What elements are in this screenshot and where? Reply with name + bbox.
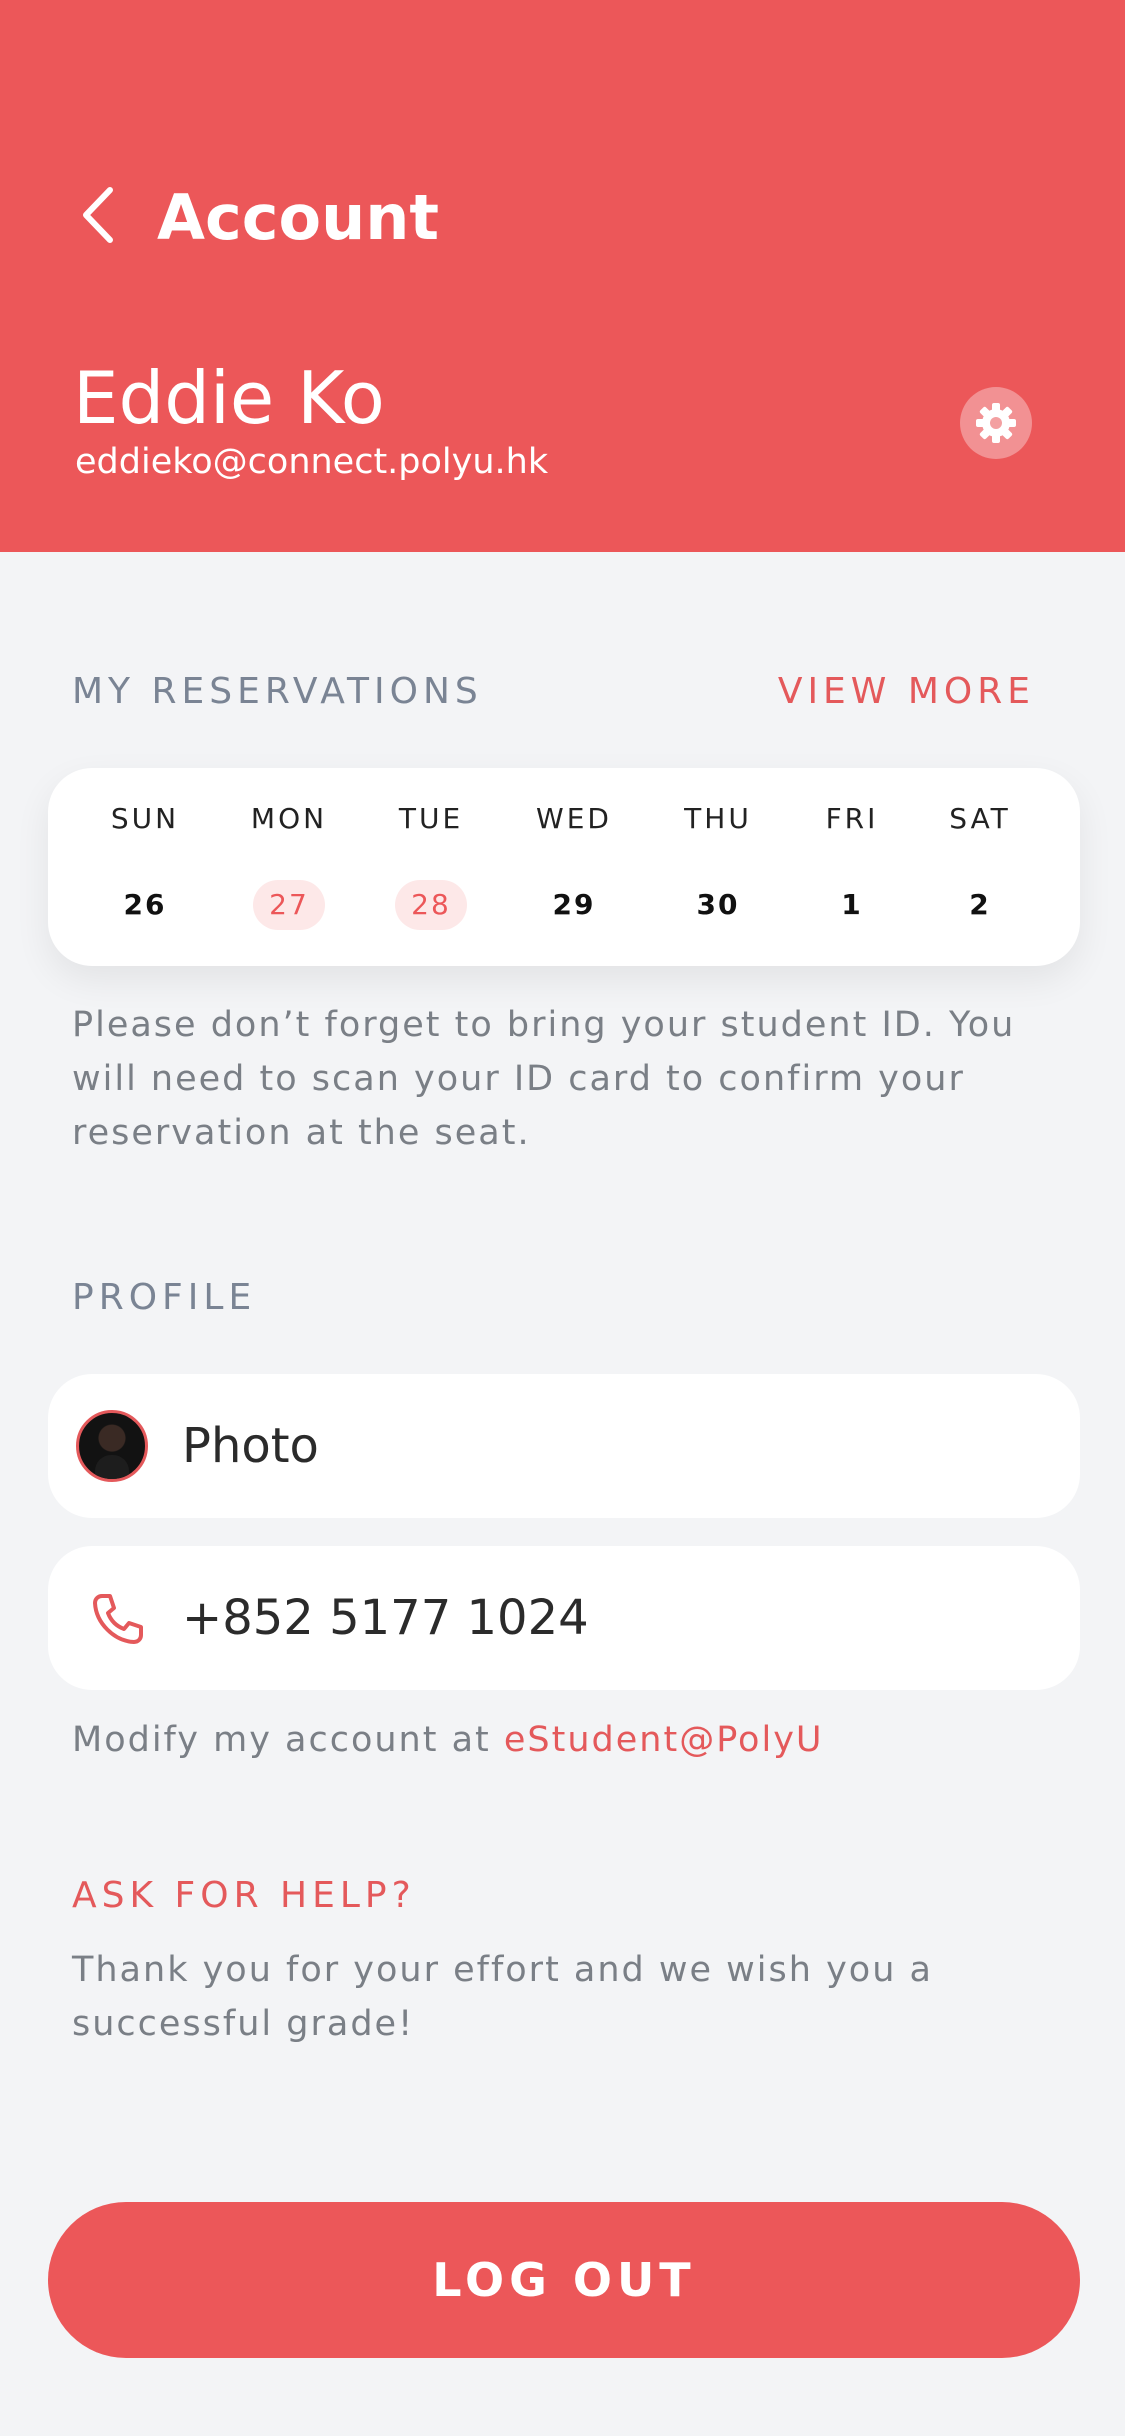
day-number-reserved: 27: [253, 880, 325, 930]
reservation-note-line: reservation at the seat.: [72, 1113, 531, 1153]
user-name: Eddie Ko: [73, 356, 385, 440]
reservation-calendar: SUN 26 MON 27 TUE 28 WED 29 THU 30 FRI 1 SAT 2: [48, 768, 1080, 966]
logout-button[interactable]: LOG OUT: [48, 2202, 1080, 2358]
avatar: [76, 1410, 148, 1482]
reservation-note-line: will need to scan your ID card to confir…: [72, 1059, 965, 1099]
calendar-day[interactable]: TUE 28: [361, 768, 501, 966]
calendar-day[interactable]: SUN 26: [75, 768, 215, 966]
day-name: MON: [250, 802, 328, 835]
account-header: Account Eddie Ko eddieko@connect.polyu.h…: [0, 0, 1125, 552]
user-email: eddieko@connect.polyu.hk: [75, 442, 549, 482]
chevron-left-icon[interactable]: [76, 184, 120, 246]
settings-button[interactable]: [960, 387, 1032, 459]
day-number: 2: [969, 888, 991, 921]
day-number: 30: [696, 888, 740, 921]
day-name: TUE: [398, 802, 464, 835]
day-number: 1: [841, 888, 863, 921]
estudent-link[interactable]: eStudent@PolyU: [504, 1720, 824, 1760]
help-label[interactable]: ASK FOR HELP?: [72, 1874, 416, 1918]
gear-icon: [976, 403, 1016, 443]
help-text-line: Thank you for your effort and we wish yo…: [72, 1950, 933, 1990]
reservations-label: MY RESERVATIONS: [72, 671, 483, 712]
calendar-day[interactable]: SAT 2: [910, 768, 1050, 966]
reservation-note-line: Please don’t forget to bring your studen…: [72, 1005, 1016, 1045]
day-name: FRI: [825, 802, 879, 835]
phone-number: +852 5177 1024: [182, 1590, 589, 1646]
photo-row[interactable]: Photo: [48, 1374, 1080, 1518]
page-title: Account: [157, 181, 439, 254]
calendar-day[interactable]: THU 30: [648, 768, 788, 966]
profile-label: PROFILE: [72, 1277, 257, 1318]
help-text-line: successful grade!: [72, 2004, 415, 2044]
day-name: THU: [684, 802, 752, 835]
photo-label: Photo: [182, 1418, 319, 1474]
modify-account-text: Modify my account at eStudent@PolyU: [72, 1716, 824, 1764]
view-more-link[interactable]: VIEW MORE: [778, 670, 1035, 714]
day-number: 26: [123, 888, 167, 921]
day-name: WED: [536, 802, 612, 835]
day-number-reserved: 28: [395, 880, 467, 930]
calendar-day[interactable]: FRI 1: [782, 768, 922, 966]
day-number: 29: [552, 888, 596, 921]
day-name: SUN: [110, 802, 180, 835]
phone-icon: [93, 1594, 143, 1644]
modify-prefix: Modify my account at: [72, 1720, 504, 1760]
day-name: SAT: [949, 802, 1011, 835]
calendar-day[interactable]: MON 27: [219, 768, 359, 966]
phone-row[interactable]: +852 5177 1024: [48, 1546, 1080, 1690]
calendar-day[interactable]: WED 29: [504, 768, 644, 966]
